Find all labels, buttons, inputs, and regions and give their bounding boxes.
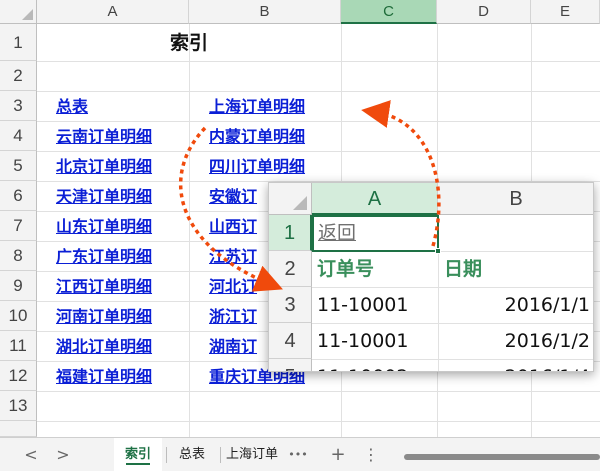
- next-sheet-button[interactable]: >: [50, 438, 76, 471]
- add-sheet-button[interactable]: +: [326, 438, 350, 471]
- tab-index[interactable]: 索引: [114, 438, 162, 471]
- tab-separator: [220, 447, 221, 463]
- tab-separator: [166, 447, 167, 463]
- tab-label: 索引: [124, 447, 151, 462]
- prev-sheet-button[interactable]: <: [18, 438, 44, 471]
- options-icon[interactable]: ⋮: [362, 438, 380, 471]
- tab-summary[interactable]: 总表: [170, 438, 214, 471]
- curved-arrow-icon: [178, 100, 441, 292]
- tab-shanghai[interactable]: 上海订单: [226, 438, 286, 471]
- active-tab-underline: [126, 463, 150, 465]
- horizontal-scrollbar[interactable]: [404, 454, 600, 460]
- more-sheets-button[interactable]: •••: [286, 438, 310, 471]
